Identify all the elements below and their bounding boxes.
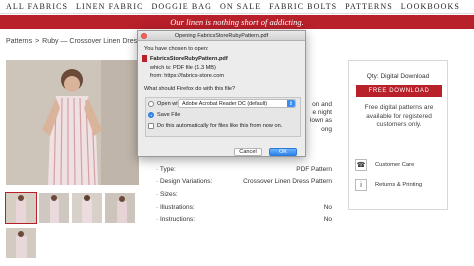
- select-arrows-icon: ⇕: [287, 100, 295, 107]
- spec-key: Illustrations:: [156, 204, 195, 211]
- dialog-file-source: from: https://fabrics-store.com: [150, 73, 224, 79]
- thumbnail-1[interactable]: [5, 192, 37, 224]
- nav-patterns[interactable]: PATTERNS: [345, 2, 393, 11]
- thumbnail-3[interactable]: [72, 193, 102, 223]
- phone-icon: ☎: [355, 159, 367, 171]
- nav-fabric-bolts[interactable]: FABRIC BOLTS: [269, 2, 337, 11]
- purchase-box: Qty: Digital Download FREE DOWNLOAD Free…: [348, 60, 448, 210]
- spec-key: Type:: [156, 166, 176, 173]
- spec-key: Sizes:: [156, 191, 178, 198]
- thumbnail-image: [6, 193, 36, 223]
- open-with-app-value: Adobe Acrobat Reader DC (default): [182, 100, 268, 107]
- auto-action-checkbox[interactable]: [148, 123, 154, 129]
- product-photo[interactable]: [6, 60, 139, 185]
- nav-all-fabrics[interactable]: ALL FABRICS: [6, 2, 68, 11]
- breadcrumb: Patterns > Ruby — Crossover Linen Dress Pa…: [6, 38, 153, 45]
- model-illustration: [6, 60, 139, 185]
- spec-value: No: [323, 204, 332, 211]
- spec-row-type: Type: PDF Pattern: [156, 166, 332, 173]
- spec-value: PDF Pattern: [296, 166, 332, 173]
- dialog-filename: FabricsStoreRubyPattern.pdf: [150, 56, 228, 62]
- cancel-button[interactable]: Cancel: [234, 148, 262, 156]
- thumbnail-image: [6, 228, 36, 258]
- free-download-button[interactable]: FREE DOWNLOAD: [356, 85, 442, 97]
- thumbnail-5[interactable]: [6, 228, 36, 258]
- spec-row-illustrations: Illustrations: No: [156, 204, 332, 211]
- open-with-radio[interactable]: [148, 101, 154, 107]
- top-nav: ALL FABRICS LINEN FABRIC DOGGIE BAG ON S…: [0, 0, 474, 14]
- spec-key: Design Variations:: [156, 178, 212, 185]
- pdf-file-icon: [142, 55, 147, 62]
- description-text: on and e night lown as ong: [306, 101, 332, 134]
- thumbnail-2[interactable]: [39, 193, 69, 223]
- description-line: ong: [321, 125, 332, 133]
- nav-doggie-bag[interactable]: DOGGIE BAG: [151, 2, 212, 11]
- dialog-file-type: which is: PDF file (1.3 MB): [150, 65, 216, 71]
- spec-row-instructions: Instructions: No: [156, 216, 332, 223]
- spec-row-design-variations: Design Variations: Crossover Linen Dress…: [156, 178, 332, 185]
- dialog-question: What should Firefox do with this file?: [144, 86, 236, 92]
- thumbnail-image: [105, 193, 135, 223]
- description-line: lown as: [309, 117, 332, 125]
- tagline-banner: Our linen is nothing short of addicting.: [0, 15, 474, 29]
- thumbnail-image: [39, 193, 69, 223]
- dialog-titlebar: Opening FabricsStoreRubyPattern.pdf: [138, 31, 305, 41]
- qty-label: Qty: Digital Download: [366, 73, 430, 80]
- breadcrumb-patterns[interactable]: Patterns: [6, 38, 32, 45]
- nav-linen-fabric[interactable]: LINEN FABRIC: [76, 2, 144, 11]
- customer-care-link[interactable]: ☎ Customer Care: [355, 157, 443, 173]
- close-icon[interactable]: [141, 33, 147, 39]
- returns-printing-link[interactable]: i Returns & Printing: [355, 177, 443, 193]
- info-icon: i: [355, 179, 367, 191]
- save-file-label: Save File: [157, 112, 181, 118]
- thumbnail-image: [72, 193, 102, 223]
- spec-value: Crossover Linen Dress Pattern: [243, 178, 332, 185]
- spec-value: No: [323, 216, 332, 223]
- nav-lookbooks[interactable]: LOOKBOOKS: [401, 2, 460, 11]
- dialog-intro: You have chosen to open:: [144, 46, 209, 52]
- registration-note: Free digital patterns are available for …: [364, 104, 434, 128]
- breadcrumb-separator: >: [35, 38, 40, 45]
- description-line: e night: [312, 109, 332, 117]
- nav-on-sale[interactable]: ON SALE: [220, 2, 261, 11]
- description-line: on and: [312, 101, 332, 108]
- save-file-radio[interactable]: [148, 112, 154, 118]
- open-with-app-select[interactable]: Adobe Acrobat Reader DC (default) ⇕: [178, 99, 296, 108]
- open-file-dialog: Opening FabricsStoreRubyPattern.pdf You …: [137, 30, 306, 157]
- thumbnail-4[interactable]: [105, 193, 135, 223]
- ok-button[interactable]: OK: [269, 148, 297, 156]
- spec-key: Instructions:: [156, 216, 195, 223]
- customer-care-label: Customer Care: [375, 162, 415, 168]
- spec-row-sizes: Sizes:: [156, 191, 332, 198]
- auto-action-label: Do this automatically for files like thi…: [157, 123, 283, 129]
- returns-printing-label: Returns & Printing: [375, 182, 423, 188]
- dialog-title: Opening FabricsStoreRubyPattern.pdf: [174, 32, 269, 39]
